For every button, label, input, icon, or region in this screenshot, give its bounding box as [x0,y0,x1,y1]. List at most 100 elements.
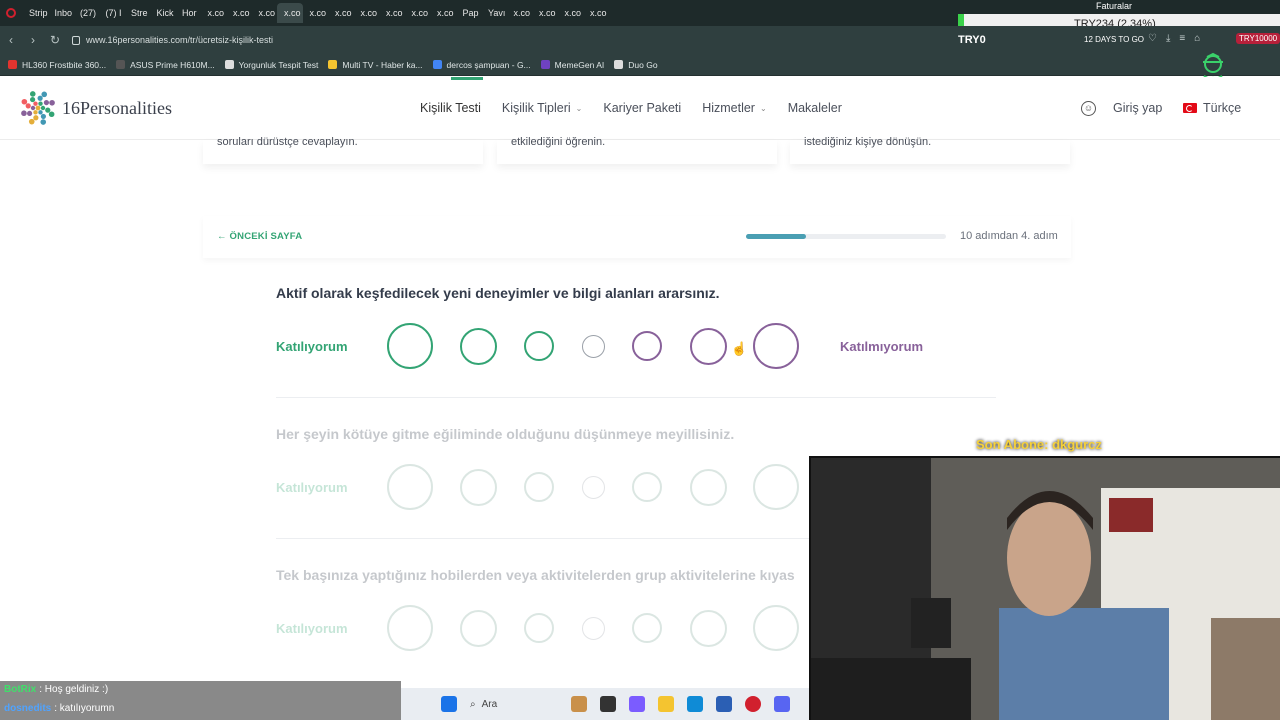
answer-option-4[interactable] [581,475,605,499]
browser-tab[interactable]: x.co [558,3,584,23]
app-icon[interactable] [600,696,616,712]
download-icon[interactable]: ⤓ [1166,33,1170,44]
store-icon[interactable] [716,696,732,712]
browser-tab[interactable]: x.co [405,3,431,23]
answer-option-5[interactable] [632,613,662,643]
browser-tab[interactable]: x.co [532,3,558,23]
browser-tab[interactable]: Kick [150,3,176,23]
bookmark-favicon-icon [116,60,126,69]
back-icon[interactable]: ‹ [0,33,22,47]
answer-option-2[interactable] [459,327,497,365]
bookmark-favicon-icon [432,60,442,69]
bookmark-label: Duo Go [628,59,658,70]
nav-services[interactable]: Hizmetler ⌄ [702,101,767,115]
answer-option-6[interactable] [689,609,727,647]
answer-option-5[interactable] [632,331,662,361]
nav-career-package[interactable]: Kariyer Paketi [603,101,681,115]
copilot-icon[interactable] [629,696,645,712]
browser-tab[interactable]: Yavı [481,3,507,23]
forward-icon[interactable]: › [22,33,44,47]
tab-label: x.co [437,8,454,18]
browser-tab[interactable]: x.co [328,3,354,23]
question-divider [276,397,996,398]
extension-badge[interactable]: TRY10000 [1236,33,1280,44]
disagree-label: Katılmıyorum [840,339,924,354]
browser-tab[interactable]: Stre [124,3,150,23]
address-bar[interactable]: www.16personalities.com/tr/ücretsiz-kişi… [72,35,273,45]
edge-icon[interactable] [687,696,703,712]
previous-page-link[interactable]: ← ÖNCEKİ SAYFA [217,231,302,242]
windows-start-icon[interactable] [441,696,457,712]
browser-tab[interactable]: x.co [379,3,405,23]
bookmark-item[interactable]: Yorgunluk Tespit Test [224,60,318,70]
bookmark-item[interactable]: ASUS Prime H610M... [116,60,215,70]
bookmark-item[interactable]: MemeGen AI [540,60,604,70]
tab-label: x.co [233,8,250,18]
logo-dot [38,110,43,115]
browser-tab[interactable]: x.co [252,3,278,23]
folder-icon[interactable] [658,696,674,712]
answer-option-6[interactable] [689,327,727,365]
answer-option-2[interactable] [459,609,497,647]
answer-option-4[interactable] [581,334,605,358]
logo-dot [30,105,36,111]
browser-tab[interactable]: Pap [456,3,482,23]
discord-icon[interactable] [774,696,790,712]
browser-tab[interactable]: x.co [201,3,227,23]
browser-tab[interactable]: (7) I [99,3,125,23]
answer-option-1[interactable] [387,464,433,510]
bookmark-item[interactable]: dercos şampuan - G... [432,59,531,70]
logo-dot [35,105,41,111]
extension-icon[interactable]: ⌂ [1194,33,1200,44]
answer-option-3[interactable] [524,472,554,502]
browser-tab[interactable]: Inbo [48,3,74,23]
browser-tab[interactable]: Strip [22,3,48,23]
bookmark-label: dercos şampuan - G... [446,59,531,70]
browser-tab[interactable]: (27) [73,3,99,23]
chat-overlay: BotRix : Hoş geldiniz :) dosnedits : kat… [0,681,401,720]
tab-label: x.co [539,8,556,18]
answer-option-5[interactable] [632,472,662,502]
opera-icon[interactable] [745,696,761,712]
browser-tab[interactable]: x.co [354,3,380,23]
language-selector[interactable]: Türkçe [1183,101,1241,115]
days-to-go: 12 DAYS TO GO [1084,35,1145,44]
logo-dot [21,110,27,117]
chevron-down-icon: ⌄ [575,103,583,113]
browser-tab[interactable]: x.co [430,3,456,23]
heart-icon[interactable]: ♡ [1148,33,1157,44]
answer-option-1[interactable] [387,605,433,651]
tab-label: x.co [309,8,327,18]
opera-menu-icon[interactable] [6,8,16,18]
answer-option-7[interactable] [753,323,799,369]
menu-icon[interactable]: ≡ [1179,33,1185,44]
login-link[interactable]: Giriş yap [1113,101,1162,115]
browser-tab[interactable]: x.co [303,3,329,23]
answer-option-7[interactable] [753,605,799,651]
bookmark-item[interactable]: HL360 Frostbite 360... [8,60,106,70]
bookmark-item[interactable]: Duo Go [614,59,658,70]
browser-tab[interactable]: x.co [226,3,252,23]
search-icon: ⌕ [470,698,476,710]
browser-tab[interactable]: x.co [583,3,609,23]
browser-tab[interactable]: x.co [507,3,533,23]
answer-option-1[interactable] [387,323,433,369]
browser-tab[interactable]: Hor [175,3,201,23]
answer-option-7[interactable] [753,464,799,510]
taskbar-search[interactable]: ⌕ Ara [470,699,565,710]
nav-articles[interactable]: Makaleler [788,101,842,115]
logo-dot [25,103,31,109]
app-icon[interactable] [571,696,587,712]
nav-personality-test[interactable]: Kişilik Testi [420,101,481,115]
browser-tab[interactable]: x.co [277,3,303,23]
answer-option-4[interactable] [581,616,605,640]
answer-option-3[interactable] [524,613,554,643]
bookmark-item[interactable]: Multi TV - Haber ka... [328,60,423,70]
accessibility-icon[interactable]: ☺ [1081,101,1096,116]
answer-option-3[interactable] [524,331,554,361]
nav-personality-types[interactable]: Kişilik Tipleri ⌄ [502,101,582,115]
answer-option-2[interactable] [459,468,497,506]
reload-icon[interactable]: ↻ [44,33,66,47]
answer-option-6[interactable] [689,468,727,506]
site-logo[interactable]: 16Personalities [20,90,172,126]
